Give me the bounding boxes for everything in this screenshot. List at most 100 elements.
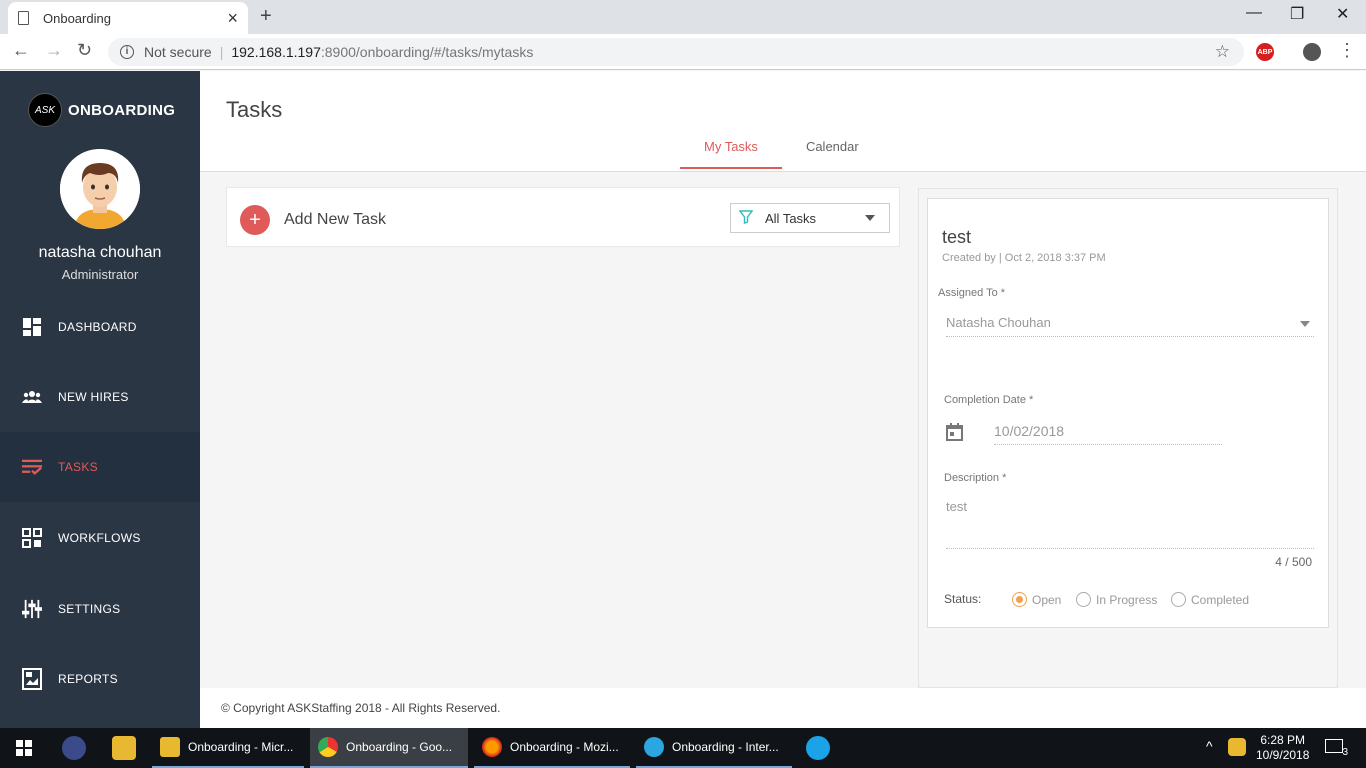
info-icon[interactable]: i	[120, 45, 134, 59]
sidebar-item-label: NEW HIRES	[58, 390, 129, 404]
task-list-panel: + Add New Task All Tasks	[226, 187, 900, 247]
taskbar-app-label: Onboarding - Mozi...	[510, 740, 619, 754]
sidebar-item-label: REPORTS	[58, 672, 118, 686]
dashboard-icon	[22, 317, 42, 337]
task-filter-select[interactable]: All Tasks	[730, 203, 890, 233]
restore-icon[interactable]: ❐	[1290, 4, 1304, 24]
skype-icon[interactable]	[806, 736, 830, 760]
assigned-value: Natasha Chouhan	[946, 315, 1051, 330]
address-bar-row: ← → ↻ i Not secure | 192.168.1.197 :8900…	[0, 34, 1366, 70]
account-icon[interactable]	[1303, 43, 1321, 61]
calendar-icon[interactable]	[946, 423, 963, 441]
tray-app-icon[interactable]	[1228, 738, 1246, 756]
task-title: test	[942, 227, 972, 247]
brand[interactable]: ASK ONBOARDING	[28, 93, 175, 127]
tray-chevron-icon[interactable]: ^	[1206, 738, 1213, 754]
taskbar-app-label: Onboarding - Inter...	[672, 740, 779, 754]
sidebar: ASK ONBOARDING natasha chouhan Administr…	[0, 71, 200, 728]
status-radio-open[interactable]: Open	[1012, 592, 1061, 607]
workflow-icon	[22, 528, 42, 548]
sidebar-item-reports[interactable]: REPORTS	[0, 644, 200, 714]
status-option-label: In Progress	[1096, 592, 1158, 607]
chrome-icon	[318, 737, 338, 757]
windows-taskbar: Onboarding - Micr... Onboarding - Goo...…	[0, 728, 1366, 768]
assigned-label: Assigned To *	[938, 287, 1006, 299]
app-launcher-icon[interactable]	[62, 736, 86, 760]
task-detail-card: test Created by | Oct 2, 2018 3:37 PM As…	[927, 198, 1329, 628]
task-meta: Created by | Oct 2, 2018 3:37 PM	[942, 252, 1106, 264]
completion-date-input[interactable]: 10/02/2018	[994, 423, 1222, 445]
footer: © Copyright ASKStaffing 2018 - All Right…	[200, 688, 1366, 728]
avatar-image	[60, 149, 140, 229]
tasks-icon	[22, 457, 42, 477]
status-option-label: Open	[1032, 592, 1062, 607]
chevron-down-icon	[865, 215, 875, 221]
radio-selected-icon	[1012, 592, 1027, 607]
avatar[interactable]	[60, 149, 140, 229]
task-detail-pane: test Created by | Oct 2, 2018 3:37 PM As…	[918, 188, 1338, 688]
reload-icon[interactable]: ↻	[77, 40, 92, 61]
taskbar-app-ie[interactable]: Onboarding - Inter...	[636, 728, 792, 768]
sidebar-item-dashboard[interactable]: DASHBOARD	[0, 292, 200, 362]
user-name: natasha chouhan	[38, 244, 162, 261]
chevron-down-icon	[1300, 321, 1310, 327]
main-content: Tasks My Tasks Calendar + Add New Task A…	[200, 71, 1366, 728]
taskbar-app-outlook[interactable]: Onboarding - Micr...	[152, 728, 304, 768]
sidebar-item-workflows[interactable]: WORKFLOWS	[0, 503, 200, 573]
notification-count: 3	[1342, 747, 1348, 758]
forward-icon[interactable]: →	[45, 40, 63, 61]
close-tab-icon[interactable]: ×	[227, 8, 238, 29]
minimize-icon[interactable]: —	[1246, 4, 1262, 22]
filter-value: All Tasks	[765, 210, 817, 226]
browser-tab-bar: Onboarding × + — ❐ ✕	[0, 0, 1366, 34]
taskbar-app-firefox[interactable]: Onboarding - Mozi...	[474, 728, 630, 768]
brand-logo: ASK	[28, 93, 62, 127]
user-role: Administrator	[61, 267, 139, 282]
firefox-icon	[482, 737, 502, 757]
page-icon	[18, 11, 29, 25]
tab-calendar[interactable]: Calendar	[782, 129, 883, 169]
internet-explorer-icon	[644, 737, 664, 757]
browser-tab[interactable]: Onboarding ×	[8, 2, 248, 34]
sidebar-item-label: DASHBOARD	[58, 320, 137, 334]
bookmark-star-icon[interactable]: ☆	[1215, 42, 1230, 62]
char-counter: 4 / 500	[1275, 555, 1312, 569]
file-explorer-icon[interactable]	[112, 736, 136, 760]
url-separator: |	[219, 44, 224, 60]
sliders-icon	[22, 599, 42, 619]
status-radio-in-progress[interactable]: In Progress	[1076, 592, 1157, 607]
taskbar-app-label: Onboarding - Micr...	[188, 740, 294, 754]
adblock-icon[interactable]: ABP	[1256, 43, 1274, 61]
tab-title: Onboarding	[43, 10, 111, 26]
url-path: :8900/onboarding/#/tasks/mytasks	[320, 44, 534, 60]
not-secure-label: Not secure	[144, 44, 212, 60]
menu-kebab-icon[interactable]: ⋮	[1338, 40, 1356, 61]
tab-my-tasks[interactable]: My Tasks	[680, 129, 782, 169]
tabs-nav: My Tasks Calendar	[680, 129, 883, 169]
sidebar-item-settings[interactable]: SETTINGS	[0, 574, 200, 644]
assigned-select[interactable]: Natasha Chouhan	[946, 315, 1314, 337]
users-icon	[22, 387, 42, 407]
sidebar-item-new-hires[interactable]: NEW HIRES	[0, 362, 200, 432]
taskbar-app-chrome[interactable]: Onboarding - Goo...	[310, 728, 468, 768]
add-task-label[interactable]: Add New Task	[284, 211, 386, 229]
radio-icon	[1076, 592, 1091, 607]
description-textarea[interactable]: test	[946, 499, 1314, 549]
new-tab-button[interactable]: +	[260, 5, 272, 28]
notifications-icon[interactable]: 3	[1325, 739, 1348, 758]
clock-time: 6:28 PM	[1260, 733, 1306, 747]
completion-date-label: Completion Date *	[944, 394, 1034, 406]
back-icon[interactable]: ←	[12, 40, 30, 61]
clock-date: 10/9/2018	[1256, 748, 1310, 762]
taskbar-clock[interactable]: 6:28 PM 10/9/2018	[1256, 733, 1309, 763]
url-input[interactable]: i Not secure | 192.168.1.197 :8900/onboa…	[108, 38, 1244, 66]
filter-icon	[738, 209, 754, 227]
status-option-label: Completed	[1191, 592, 1250, 607]
status-radio-completed[interactable]: Completed	[1171, 592, 1249, 607]
sidebar-item-tasks[interactable]: TASKS	[0, 432, 200, 502]
window-close-icon[interactable]: ✕	[1336, 4, 1349, 24]
windows-start-icon[interactable]	[16, 740, 32, 756]
brand-name: ONBOARDING	[68, 101, 176, 119]
add-task-button[interactable]: +	[240, 205, 270, 235]
description-label: Description *	[944, 472, 1007, 484]
